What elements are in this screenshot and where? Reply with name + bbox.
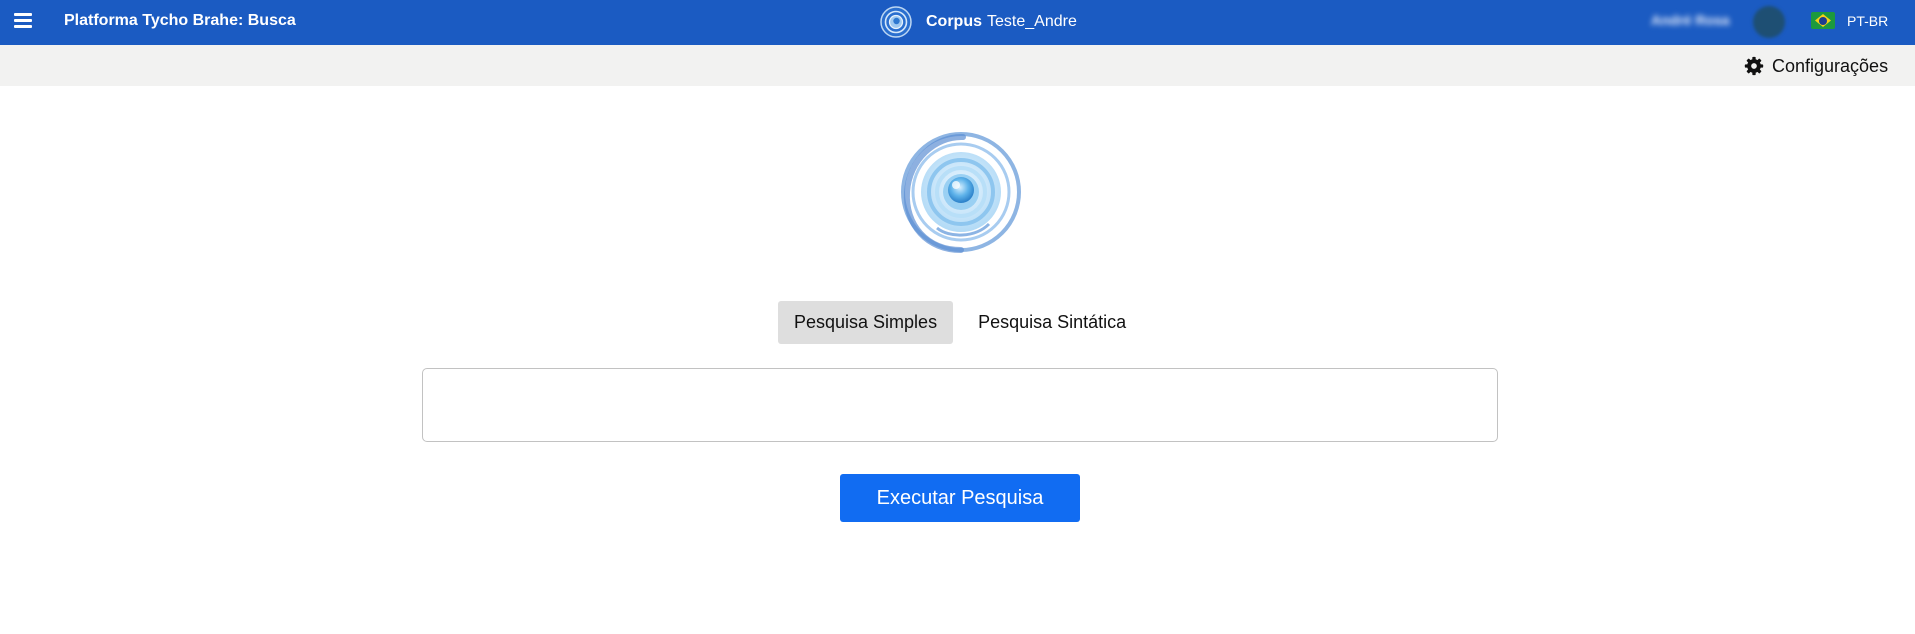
user-name[interactable]: André Rosa [1651,12,1730,28]
tab-pesquisa-sintatica[interactable]: Pesquisa Sintática [962,301,1142,344]
app-title: Platforma Tycho Brahe: Busca [64,12,296,29]
spiral-logo-icon [880,6,912,38]
tab-pesquisa-simples[interactable]: Pesquisa Simples [778,301,954,344]
settings-button[interactable]: Configurações [1744,54,1888,78]
gear-icon [1744,56,1764,76]
search-query-input[interactable] [422,368,1498,442]
corpus-indicator: Corpus Teste_Andre [880,4,1077,40]
settings-label: Configurações [1772,55,1889,76]
brazil-flag-icon[interactable] [1811,12,1835,29]
search-mode-tabs: Pesquisa Simples Pesquisa Sintática [778,301,1142,344]
user-avatar[interactable] [1753,6,1785,38]
language-selector[interactable]: PT-BR [1847,13,1888,29]
run-search-button[interactable]: Executar Pesquisa [840,474,1080,522]
corpus-label: Corpus [926,13,982,30]
tycho-brahe-spiral-logo [901,132,1021,253]
top-navbar: Platforma Tycho Brahe: Busca Corpus Test… [0,0,1915,45]
hamburger-menu-icon[interactable] [12,9,36,31]
corpus-name[interactable]: Teste_Andre [987,13,1077,31]
settings-bar: Configurações [0,45,1915,86]
